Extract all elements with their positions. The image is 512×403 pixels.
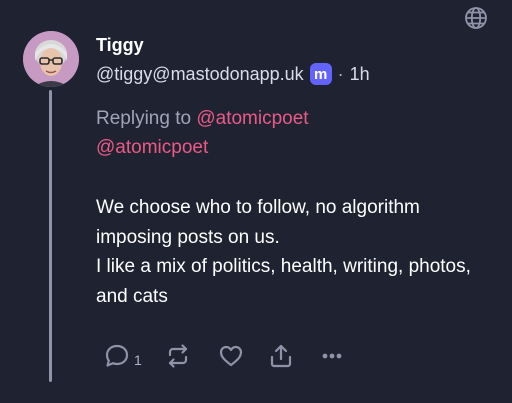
post-time[interactable]: 1h xyxy=(350,64,370,85)
mention-link[interactable]: @atomicpoet xyxy=(96,137,208,159)
post-body-line: We choose who to follow, no algorithm im… xyxy=(96,197,420,248)
thread-line xyxy=(49,90,52,382)
author-name[interactable]: Tiggy xyxy=(96,35,144,56)
reply-icon xyxy=(103,342,131,375)
replying-to-link[interactable]: @atomicpoet xyxy=(196,108,308,129)
share-icon xyxy=(267,342,295,375)
globe-icon[interactable] xyxy=(464,6,488,30)
more-icon xyxy=(318,342,346,375)
favourite-button[interactable] xyxy=(217,342,245,375)
post-body-line: I like a mix of politics, health, writin… xyxy=(96,256,471,307)
replying-to-label: Replying to xyxy=(96,108,197,129)
avatar[interactable] xyxy=(23,31,79,87)
post-card: Tiggy @tiggy@mastodonapp.uk m · 1h Reply… xyxy=(0,0,512,403)
author-handle-row: @tiggy@mastodonapp.uk m · 1h xyxy=(96,63,370,85)
share-button[interactable] xyxy=(267,342,295,375)
repost-icon xyxy=(164,342,192,375)
replying-to-line: Replying to @atomicpoet xyxy=(96,108,309,130)
post-actions: 1 xyxy=(103,342,346,375)
mastodon-badge-icon: m xyxy=(309,63,332,85)
separator-dot: · xyxy=(337,63,344,84)
reply-button[interactable]: 1 xyxy=(103,342,142,375)
reply-count: 1 xyxy=(134,351,142,368)
heart-icon xyxy=(217,342,245,375)
more-button[interactable] xyxy=(318,342,346,375)
boost-button[interactable] xyxy=(164,342,192,375)
author-handle[interactable]: @tiggy@mastodonapp.uk xyxy=(96,64,304,85)
post-body: We choose who to follow, no algorithm im… xyxy=(96,193,496,311)
